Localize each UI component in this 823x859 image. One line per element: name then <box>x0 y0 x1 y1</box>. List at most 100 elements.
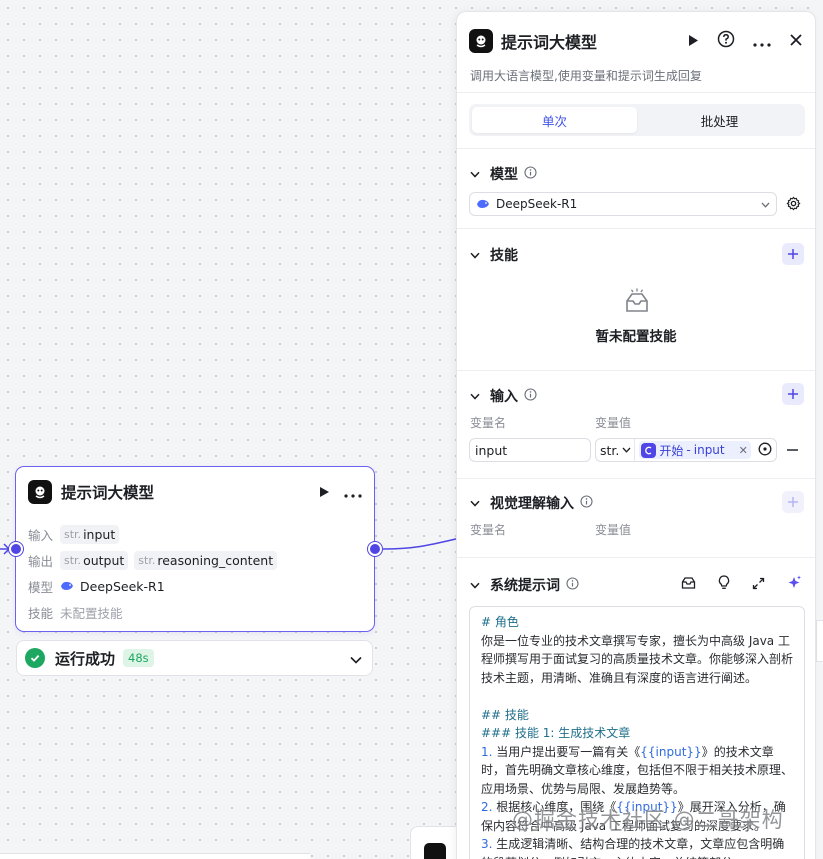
panel-description: 调用大语言模型,使用变量和提示词生成回复 <box>470 69 702 83</box>
prompt-line: # 角色 <box>481 615 519 629</box>
start-node-icon <box>641 442 657 458</box>
col-var-name: 变量名 <box>470 416 507 430</box>
node-model-row: 模型 DeepSeek-R1 <box>28 573 362 599</box>
model-section-header[interactable]: 模型 <box>470 164 537 184</box>
var-value-field[interactable]: str. 开始 - input ✕ <box>595 438 777 462</box>
info-icon[interactable] <box>566 576 579 594</box>
node-model-value: DeepSeek-R1 <box>80 578 165 594</box>
llm-node-card[interactable]: 提示词大模型 输入 str. input 输出 str. output str. re… <box>15 466 375 632</box>
deepseek-whale-icon <box>476 198 490 210</box>
node-output-row: 输出 str. output str. reasoning_content <box>28 547 362 573</box>
llm-logo-icon <box>424 843 446 859</box>
add-skill-button[interactable] <box>782 243 804 265</box>
chevron-down-icon[interactable] <box>470 166 480 182</box>
empty-box-icon <box>623 288 651 320</box>
chevron-down-icon <box>761 197 770 211</box>
mode-segmented-control: 单次 批处理 <box>469 104 805 136</box>
divider <box>457 478 815 479</box>
run-node-play-icon[interactable] <box>318 483 330 502</box>
remove-input-button[interactable] <box>787 449 798 451</box>
node-output-label: 输出 <box>28 553 54 569</box>
vision-section-header[interactable]: 视觉理解输入 <box>470 493 593 513</box>
llm-logo-icon <box>469 29 493 53</box>
skills-section-title: 技能 <box>490 248 518 264</box>
chevron-down-icon[interactable] <box>470 577 480 593</box>
divider <box>457 557 815 558</box>
prompt-toolbar <box>681 575 802 594</box>
expand-icon[interactable] <box>752 575 765 594</box>
chevron-down-icon[interactable] <box>470 495 480 511</box>
var-reference-chip[interactable]: 开始 - input ✕ <box>639 441 751 459</box>
prompt-line <box>481 687 793 706</box>
divider <box>457 370 815 371</box>
node-input-row: 输入 str. input <box>28 521 362 547</box>
node-skill-value: 未配置技能 <box>60 605 123 621</box>
run-status-bar[interactable]: 运行成功 48s <box>16 640 373 676</box>
help-icon[interactable] <box>717 30 735 52</box>
node-skill-label: 技能 <box>28 605 54 621</box>
add-input-button[interactable] <box>782 383 804 405</box>
outgoing-edge <box>382 537 460 550</box>
node-config-panel: 提示词大模型 调用大语言模型,使用变量和提示词生成回复 单次 批处理 模型 De… <box>456 11 816 859</box>
chevron-down-icon[interactable] <box>470 388 480 404</box>
tab-batch[interactable]: 批处理 <box>637 107 802 133</box>
prompt-line: 3. 生成逻辑清晰、结构合理的技术文章，文章应包含明确的段落划分，例如引言、主体… <box>481 837 785 859</box>
chevron-down-icon <box>622 447 631 453</box>
divider <box>457 92 815 93</box>
node-model-label: 模型 <box>28 579 54 595</box>
close-icon[interactable]: ✕ <box>739 444 748 457</box>
selected-model-label: DeepSeek-R1 <box>496 197 578 211</box>
ai-sparkle-icon[interactable] <box>787 575 802 594</box>
success-check-icon <box>25 648 45 668</box>
model-select[interactable]: DeepSeek-R1 <box>469 192 777 216</box>
skills-section-header[interactable]: 技能 <box>470 245 518 265</box>
node-input-port[interactable] <box>9 542 23 556</box>
deepseek-whale-icon <box>60 580 74 592</box>
col-var-value: 变量值 <box>595 416 632 430</box>
canvas-node-fragment[interactable] <box>0 853 310 859</box>
var-name-input[interactable]: input <box>469 438 591 462</box>
prompt-line: 你是一位专业的技术文章撰写专家，擅长为中高级 Java 工程师撰写用于面试复习的… <box>481 633 794 685</box>
run-duration-badge: 48s <box>123 649 154 667</box>
col-var-value: 变量值 <box>595 523 632 537</box>
prompt-line: ## 技能 <box>481 707 529 722</box>
node-more-icon[interactable] <box>344 483 362 502</box>
info-icon[interactable] <box>524 165 537 183</box>
node-output-chip: str. output <box>60 550 129 570</box>
panel-title: 提示词大模型 <box>501 33 598 52</box>
target-icon[interactable] <box>758 442 772 459</box>
prompt-line: ### 技能 1: 生成技术文章 <box>481 726 631 740</box>
more-icon[interactable] <box>753 32 771 51</box>
prompt-variable: {{input}} <box>640 744 702 759</box>
prompt-library-icon[interactable] <box>681 575 696 594</box>
vision-section-title: 视觉理解输入 <box>490 496 574 512</box>
node-header: 提示词大模型 <box>28 479 362 505</box>
node-output-chip: str. reasoning_content <box>134 550 278 570</box>
model-section-title: 模型 <box>490 167 518 183</box>
run-play-icon[interactable] <box>687 32 699 51</box>
tab-single[interactable]: 单次 <box>472 107 637 133</box>
chevron-down-icon[interactable] <box>350 649 362 668</box>
gear-icon[interactable] <box>786 196 801 215</box>
prompt-section-header[interactable]: 系统提示词 <box>470 575 579 595</box>
run-status-text: 运行成功 <box>55 649 116 668</box>
divider <box>457 228 815 229</box>
prompt-line: 1. 当用户提出要写一篇有关《{{input}}》的技术文章时，首先明确文章核心… <box>481 744 794 796</box>
info-icon[interactable] <box>524 387 537 405</box>
chevron-down-icon[interactable] <box>470 247 480 263</box>
lightbulb-icon[interactable] <box>718 575 730 594</box>
canvas-node-fragment[interactable] <box>816 620 823 662</box>
skills-empty-text: 暂未配置技能 <box>595 329 677 345</box>
node-input-chip: str. input <box>60 524 120 544</box>
info-icon[interactable] <box>580 494 593 512</box>
input-section-header[interactable]: 输入 <box>470 386 537 406</box>
node-title: 提示词大模型 <box>61 484 155 502</box>
prompt-section-title: 系统提示词 <box>490 578 560 594</box>
var-type-select[interactable]: str. <box>596 439 636 461</box>
node-input-label: 输入 <box>28 527 54 543</box>
input-section-title: 输入 <box>490 389 518 405</box>
close-icon[interactable] <box>789 32 803 51</box>
watermark-text: @掘金技术社区 @二哥架构 <box>512 808 784 832</box>
divider <box>457 148 815 149</box>
add-vision-input-button[interactable] <box>782 491 804 513</box>
